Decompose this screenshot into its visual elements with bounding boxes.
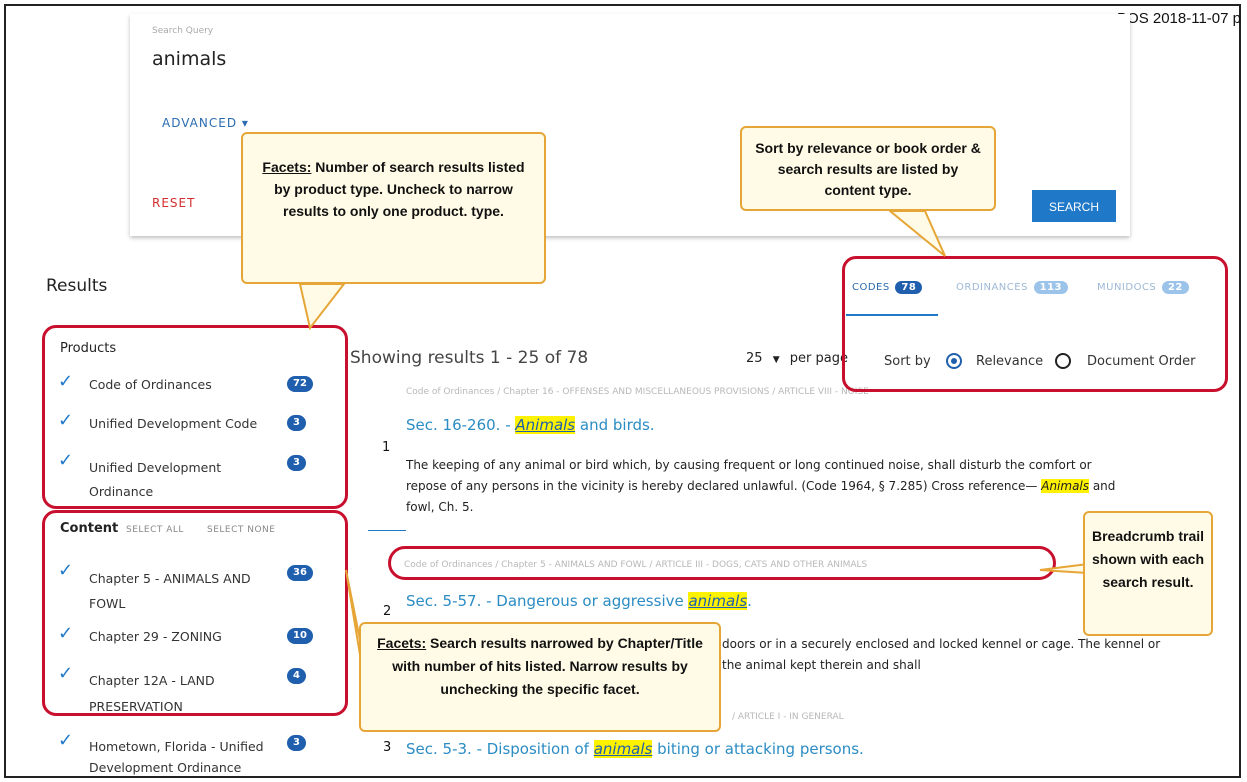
- facets-product-callout: Facets: Number of search results listed …: [241, 132, 546, 284]
- callout-heading: Facets:: [377, 635, 427, 651]
- facets-top-pointer: [298, 283, 347, 331]
- callout-heading: Facets:: [262, 159, 312, 175]
- sort-callout: Sort by relevance or book order & search…: [740, 126, 996, 211]
- callout-text: Search results narrowed by Chapter/Title…: [392, 635, 703, 697]
- sort-pointer: [887, 210, 946, 257]
- facets-bottom-pointer: [345, 569, 361, 656]
- callout-text: Number of search results listed by produ…: [274, 159, 525, 219]
- facets-content-callout: Facets: Search results narrowed by Chapt…: [359, 622, 721, 732]
- breadcrumb-callout: Breadcrumb trail shown with each search …: [1083, 511, 1213, 636]
